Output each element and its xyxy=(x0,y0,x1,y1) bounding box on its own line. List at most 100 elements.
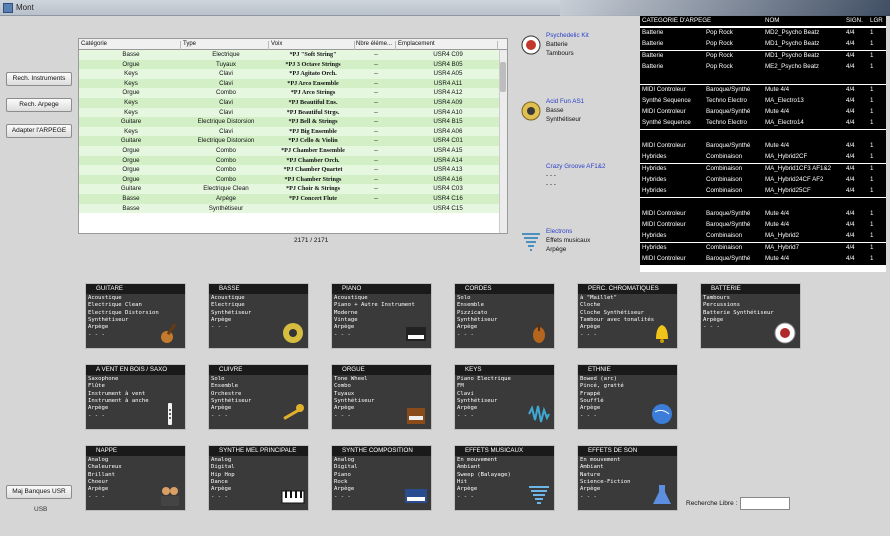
col-emplacement[interactable]: Emplacement xyxy=(398,41,498,50)
table-row[interactable]: Keys Clavi *PJ Beautiful Ens. -- USR4 A09 xyxy=(79,98,501,108)
category-line[interactable]: Arpège xyxy=(457,405,477,411)
col-sign[interactable]: SIGN. xyxy=(846,17,863,24)
category-line[interactable]: - - - xyxy=(334,413,351,419)
category-line[interactable]: Rock xyxy=(334,479,347,485)
category-line[interactable]: Arpège xyxy=(703,317,723,323)
category-line[interactable]: Electrique Distorsion xyxy=(88,310,159,316)
category-line[interactable]: Digital xyxy=(334,464,358,470)
arpege-row[interactable]: MIDI Controleur Baroque/Synthé Mute 4/4 4/4… xyxy=(640,141,886,152)
category-line[interactable]: Piano + Autre Instrument xyxy=(334,302,415,308)
category-line[interactable]: - - - xyxy=(88,332,105,338)
category-line[interactable]: - - - xyxy=(334,494,351,500)
table-row[interactable]: Basse Synthétiseur USR4 C15 xyxy=(79,203,501,214)
category-line[interactable]: Electrique xyxy=(211,302,245,308)
category-line[interactable]: Solo xyxy=(457,295,470,301)
col-type[interactable]: Type xyxy=(183,41,269,50)
category-effets-musicaux[interactable]: EFFETS MUSICAUX En mouvement Ambiant Sweep … xyxy=(454,445,555,511)
category-line[interactable]: Piano xyxy=(334,472,351,478)
category-piano[interactable]: PIANO Acoustique Piano + Autre Instrument M… xyxy=(331,283,432,349)
maj-banques-button[interactable]: Maj Banques USR xyxy=(6,485,72,499)
category-line[interactable]: Acoustique xyxy=(88,295,122,301)
category-line[interactable]: Acoustique xyxy=(211,295,245,301)
category-synthe-mel-principale[interactable]: SYNTHE MEL PRINCIPALE Analog Digital Hip Ho… xyxy=(208,445,309,511)
category-line[interactable]: Solo xyxy=(211,376,224,382)
arpege-row[interactable]: Hybrides Combinaison MA_Hybrid2CF 4/4 1 xyxy=(640,152,886,164)
category-line[interactable]: Arpège xyxy=(88,486,108,492)
category-line[interactable]: Hit xyxy=(457,479,467,485)
category-line[interactable]: - - - xyxy=(580,494,597,500)
arpege-row[interactable]: Batterie Pop Rock ME2_Psycho Beatz 4/4 1 xyxy=(640,61,886,73)
category-line[interactable]: - - - xyxy=(88,413,105,419)
category-line[interactable]: En mouvement xyxy=(457,457,497,463)
table-row[interactable]: Guitare Electrique Distorsion *PJ Bell & S… xyxy=(79,117,501,127)
table-row[interactable]: Orgue Combo *PJ Chamber Quartet -- USR4 A13 xyxy=(79,165,501,175)
category-line[interactable]: Percussions xyxy=(703,302,740,308)
category-line[interactable]: - - - xyxy=(211,494,228,500)
category-line[interactable]: Arpège xyxy=(580,324,600,330)
category-line[interactable]: Piano Electrique xyxy=(457,376,511,382)
category-line[interactable]: - - - xyxy=(334,332,351,338)
rech-arpege-button[interactable]: Rech. Arpege xyxy=(6,98,72,112)
arpege-row[interactable]: Hybrides Combinaison MA_Hybrid7 4/4 1 xyxy=(640,242,886,254)
category-basse[interactable]: BASSE Acoustique Electrique Synthétiseur Arp… xyxy=(208,283,309,349)
table-row[interactable]: Orgue Combo *PJ Chamber Orch. -- USR4 A14 xyxy=(79,155,501,166)
category-line[interactable]: Cloche xyxy=(580,302,600,308)
category-line[interactable]: Combo xyxy=(334,383,351,389)
category-line[interactable]: Arpège xyxy=(211,405,231,411)
category-line[interactable]: Arpège xyxy=(457,324,477,330)
category-line[interactable]: - - - xyxy=(580,332,597,338)
table-row[interactable]: Basse Arpège *PJ Concert Flute -- USR4 C16 xyxy=(79,194,501,204)
category-line[interactable]: Arpège xyxy=(211,317,231,323)
category-line[interactable]: - - - xyxy=(580,413,597,419)
category-line[interactable]: - - - xyxy=(703,324,720,330)
category-nappe[interactable]: NAPPE Analog Chaleureux Brillant Choeur Arpèg… xyxy=(85,445,186,511)
category-line[interactable]: Acoustique xyxy=(334,295,368,301)
category-line[interactable]: Ambiant xyxy=(580,464,604,470)
col-categorie[interactable]: Catégorie xyxy=(81,41,181,50)
col-nbre-elements[interactable]: Nbre éléme... xyxy=(356,41,396,50)
arpege-row[interactable]: MIDI Controleur Baroque/Synthé Mute 4/4 4/4… xyxy=(640,107,886,119)
category-a-vent-en-bois-saxo[interactable]: A VENT EN BOIS / SAXO Saxophone Flûte Instr… xyxy=(85,364,186,430)
table-row[interactable]: Orgue Combo *PJ Arco Strings -- USR4 A12 xyxy=(79,88,501,98)
category-line[interactable]: Vintage xyxy=(334,317,358,323)
arpege-row[interactable]: Hybrides Combinaison MA_Hybrid25CF 4/4 1 xyxy=(640,186,886,198)
table-row[interactable]: Basse Electrique *PJ "Soft String" -- USR4 C… xyxy=(79,50,501,60)
category-line[interactable]: Tambour avec tonalités xyxy=(580,317,654,323)
category-line[interactable]: Arpège xyxy=(88,324,108,330)
category-line[interactable]: Synthétiseur xyxy=(457,398,497,404)
category-line[interactable]: - - - xyxy=(457,332,474,338)
arpege-row[interactable]: Hybrides Combinaison MA_Hybrid24CF AF2 4/4 1 xyxy=(640,174,886,186)
category-line[interactable]: Instrument à vent xyxy=(88,391,145,397)
category-line[interactable]: Soufflé xyxy=(580,398,604,404)
col-categorie-arpege[interactable]: CATEGORIE D'ARPEGE xyxy=(642,17,711,24)
category-line[interactable]: Analog xyxy=(88,457,108,463)
category-line[interactable]: Science-Fiction xyxy=(580,479,631,485)
arpege-row[interactable]: Batterie Pop Rock MD1_Psycho Beatz 4/4 1 xyxy=(640,39,886,51)
category-line[interactable]: Brillant xyxy=(88,472,115,478)
col-voix[interactable]: Voix xyxy=(271,41,355,50)
category-line[interactable]: Tuyaux xyxy=(334,391,354,397)
table-scrollbar[interactable] xyxy=(499,50,507,233)
category-line[interactable]: Analog xyxy=(211,457,231,463)
category-line[interactable]: Analog xyxy=(334,457,354,463)
table-row[interactable]: Guitare Electrique Distorsion *PJ Cello & … xyxy=(79,136,501,146)
category-line[interactable]: Nature xyxy=(580,472,600,478)
category-effets-de-son[interactable]: EFFETS DE SON En mouvement Ambiant Nature Sc… xyxy=(577,445,678,511)
category-line[interactable]: Arpège xyxy=(580,486,600,492)
category-line[interactable]: à "Maillet" xyxy=(580,295,617,301)
category-cordes[interactable]: CORDES Solo Ensemble Pizzicato Synthétiseur A… xyxy=(454,283,555,349)
table-row[interactable]: Orgue Combo *PJ Chamber Strings -- USR4 A16 xyxy=(79,174,501,185)
arpege-row[interactable]: Batterie Pop Rock MD1_Psycho Beatz 4/4 1 xyxy=(640,50,886,62)
category-line[interactable]: En mouvement xyxy=(580,457,620,463)
category-line[interactable]: Arpège xyxy=(334,486,354,492)
arpege-row[interactable]: Hybrides Combinaison MA_Hybrid2 4/4 1 xyxy=(640,231,886,243)
category-line[interactable]: Ensemble xyxy=(457,302,484,308)
category-line[interactable]: Dance xyxy=(211,479,228,485)
category-perc-chromatiques[interactable]: PERC. CHROMATIQUES à "Maillet" Cloche Cloch… xyxy=(577,283,678,349)
arpege-row[interactable]: Synthé Sequence Techno Electro MA_Electro1… xyxy=(640,95,886,107)
arpege-row[interactable]: MIDI Controleur Baroque/Synthé Mute 4/4 4/4… xyxy=(640,84,886,96)
scrollbar-thumb[interactable] xyxy=(500,62,506,92)
arpege-row[interactable]: MIDI Controleur Baroque/Synthé Mute 4/4 4/4… xyxy=(640,208,886,220)
category-line[interactable]: Arpège xyxy=(211,486,231,492)
category-line[interactable]: Chaleureux xyxy=(88,464,122,470)
